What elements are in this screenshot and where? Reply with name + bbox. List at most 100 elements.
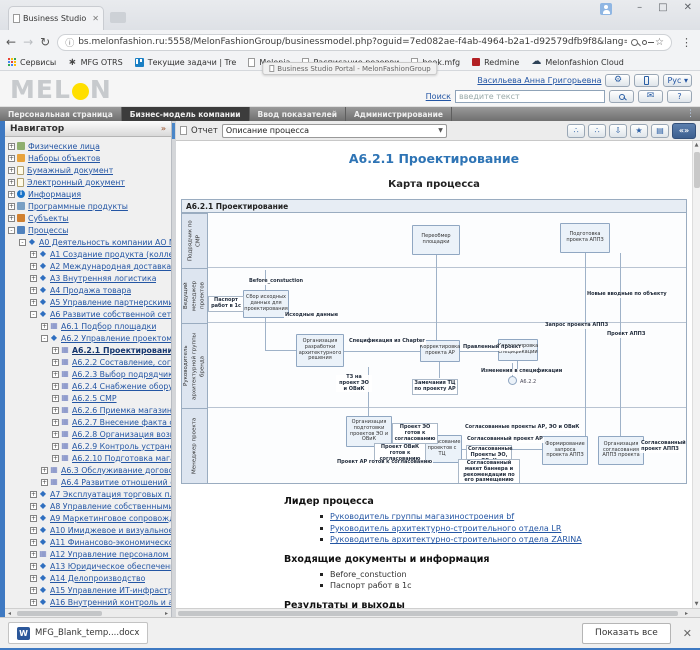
nav-tab-бизнес-модель[interactable]: Бизнес-модель компании xyxy=(122,107,250,121)
window-minimize-button[interactable]: – xyxy=(637,2,642,13)
tree-link[interactable]: Информация xyxy=(28,190,81,199)
expand-toggle-icon[interactable]: + xyxy=(8,167,15,174)
tree-link[interactable]: A3 Внутренняя логистика xyxy=(50,274,156,283)
expand-toggle-icon[interactable]: + xyxy=(52,395,59,402)
tree-link[interactable]: Бумажный документ xyxy=(27,166,113,175)
close-download-bar-icon[interactable]: ✕ xyxy=(683,627,692,640)
scroll-down-icon[interactable]: ▼ xyxy=(695,600,699,608)
tree-link[interactable]: A4 Продажа товара xyxy=(50,286,131,295)
tree-link[interactable]: A6.2 Управление проектом открытия магази… xyxy=(61,334,171,343)
tree-link[interactable]: A11 Финансово-экономическое управление и… xyxy=(50,538,171,547)
tree-link[interactable]: A8 Управление собственными каналами xyxy=(50,502,171,511)
tree-link[interactable]: A6.2.4 Снабжение оборудованием и материа… xyxy=(72,382,171,391)
expand-toggle-icon[interactable]: + xyxy=(52,419,59,426)
process-box[interactable]: Формирование запроса проекта АППЗ xyxy=(542,436,588,465)
collapse-toggle-icon[interactable]: - xyxy=(30,311,37,318)
expand-toggle-icon[interactable]: + xyxy=(52,431,59,438)
expand-toggle-icon[interactable]: + xyxy=(8,191,15,198)
tree-link[interactable]: A7 Эксплуатация торговых площадей xyxy=(50,490,171,499)
collapse-toggle-icon[interactable]: - xyxy=(41,335,48,342)
tree-link[interactable]: A6.2.1 Проектирование xyxy=(72,346,171,355)
expand-toggle-icon[interactable]: + xyxy=(30,587,37,594)
process-box[interactable]: Организация согласования АППЗ проекта xyxy=(598,436,644,465)
nav-tab-персональная[interactable]: Персональная страница xyxy=(0,107,122,121)
tree-link[interactable]: A6 Развитие собственной сети и отношений… xyxy=(50,310,171,319)
expand-toggle-icon[interactable]: + xyxy=(8,215,15,222)
offpage-connector[interactable] xyxy=(508,376,517,385)
tree-link[interactable]: A6.1 Подбор площадки xyxy=(61,322,156,331)
browser-tab[interactable]: Business Studio Portal А ✕ xyxy=(8,6,104,30)
bookmark-item[interactable]: Текущие задачи | Tre xyxy=(135,58,237,67)
tree-link[interactable]: Электронный документ xyxy=(27,178,125,187)
forward-button[interactable]: → xyxy=(23,36,33,48)
search-input[interactable] xyxy=(455,90,605,103)
expand-toggle-icon[interactable]: + xyxy=(52,407,59,414)
bookmark-item[interactable]: ☁Melonfashion Cloud xyxy=(531,57,624,67)
expand-toggle-icon[interactable]: + xyxy=(30,287,37,294)
scroll-right-icon[interactable]: ▸ xyxy=(162,610,171,617)
favorites-button[interactable]: ★ xyxy=(630,124,648,138)
nav-tab-администрирование[interactable]: Администрирование xyxy=(346,107,452,121)
section-link[interactable]: Руководитель архитектурно-строительного … xyxy=(330,535,582,544)
expand-toggle-icon[interactable]: + xyxy=(30,515,37,522)
process-box[interactable]: Организация разработки архитектурного ре… xyxy=(296,334,344,367)
expand-toggle-icon[interactable]: + xyxy=(52,443,59,450)
section-link[interactable]: Руководитель архитектурно-строительного … xyxy=(330,524,561,533)
zoom-icon[interactable] xyxy=(631,39,638,46)
scroll-left-icon[interactable]: ◂ xyxy=(5,610,14,617)
section-link[interactable]: Руководитель группы магазиностроения bf xyxy=(330,512,514,521)
profile-icon[interactable] xyxy=(600,3,612,15)
navigator-hscrollbar[interactable]: ◂ ▸ xyxy=(5,608,171,617)
expand-toggle-icon[interactable]: + xyxy=(41,479,48,486)
content-vscroll-thumb[interactable] xyxy=(694,152,700,188)
tree-link[interactable]: A10 Имиджевое и визуальное сопровождение… xyxy=(50,526,171,535)
expand-toggle-icon[interactable]: + xyxy=(30,563,37,570)
collapse-toggle-icon[interactable]: - xyxy=(19,239,26,246)
mobile-version-button[interactable] xyxy=(634,74,659,87)
expand-toggle-icon[interactable]: + xyxy=(30,527,37,534)
expand-toggle-icon[interactable]: + xyxy=(30,551,37,558)
tree-link[interactable]: A6.2.2 Составление, согласование и корре… xyxy=(72,358,171,367)
expand-toggle-icon[interactable]: + xyxy=(8,143,15,150)
tab-close-icon[interactable]: ✕ xyxy=(92,14,99,23)
tree-link[interactable]: A6.2.6 Приемка магазина xyxy=(72,406,171,415)
tree-link[interactable]: A13 Юридическое обеспечение xyxy=(50,562,171,571)
downloaded-file-chip[interactable]: W MFG_Blank_temp....docx xyxy=(8,622,148,644)
expand-toggle-icon[interactable]: + xyxy=(41,323,48,330)
expand-toggle-icon[interactable]: + xyxy=(30,275,37,282)
nav-tab-ввод[interactable]: Ввод показателей xyxy=(250,107,346,121)
tree-link[interactable]: A2 Международная доставка xyxy=(50,262,171,271)
tree-link[interactable]: Субъекты xyxy=(28,214,69,223)
tree-link[interactable]: A6.3 Обслуживание договоров аренды xyxy=(61,466,171,475)
language-dropdown[interactable]: Рус ▾ xyxy=(663,74,692,87)
page-info-icon[interactable]: ⓘ xyxy=(65,36,74,49)
show-all-downloads-button[interactable]: Показать все xyxy=(582,623,671,644)
tree-link[interactable]: A6.2.5 СМР xyxy=(72,394,117,403)
tree-link[interactable]: Физические лица xyxy=(28,142,100,151)
bookmark-item[interactable]: Сервисы xyxy=(8,58,56,67)
expand-toggle-icon[interactable]: + xyxy=(30,575,37,582)
help-button[interactable]: ? xyxy=(667,90,692,103)
expand-toggle-icon[interactable]: + xyxy=(52,359,59,366)
report-type-select[interactable]: Описание процесса ▼ xyxy=(222,124,447,138)
tree-link[interactable]: A6.2.3 Выбор подрядчика СМР xyxy=(72,370,171,379)
window-maximize-button[interactable]: □ xyxy=(658,2,667,13)
scroll-up-icon[interactable]: ▲ xyxy=(695,141,699,149)
open-diagram-button[interactable]: ∴ xyxy=(588,124,606,138)
window-close-button[interactable]: ✕ xyxy=(684,2,692,13)
back-button[interactable]: ← xyxy=(6,36,16,48)
tree-link[interactable]: A0 Деятельность компании АО Мэлон Фэшн Г… xyxy=(39,238,171,247)
tree-link[interactable]: A12 Управление персоналом и организацион… xyxy=(50,550,171,559)
tree-link[interactable]: A15 Управление ИТ-инфраструктурой xyxy=(50,586,171,595)
mail-button[interactable]: ✉ xyxy=(638,90,663,103)
url-text[interactable]: bs.melonfashion.ru:5558/MelonFashionGrou… xyxy=(78,37,627,47)
settings-button[interactable]: ⚙ xyxy=(605,74,630,87)
content-vscrollbar[interactable]: ▲ ▼ xyxy=(692,141,700,608)
new-tab-button[interactable] xyxy=(110,12,126,23)
expand-toggle-icon[interactable]: + xyxy=(30,599,37,606)
tree-link[interactable]: A16 Внутренний контроль и аудит xyxy=(50,598,171,607)
search-label-link[interactable]: Поиск xyxy=(426,92,451,101)
expand-toggle-icon[interactable]: + xyxy=(30,251,37,258)
tree-link[interactable]: Наборы объектов xyxy=(28,154,100,163)
tree-link[interactable]: Процессы xyxy=(28,226,68,235)
